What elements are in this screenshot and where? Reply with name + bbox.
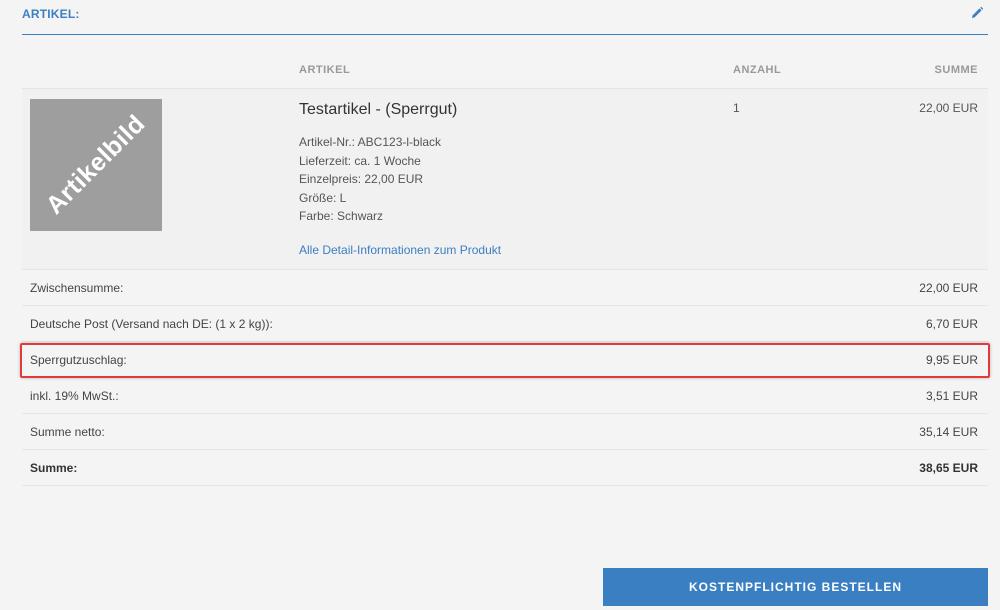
section-title: ARTIKEL: — [22, 7, 80, 21]
totals-label: Sperrgutzuschlag: — [30, 353, 127, 367]
column-header-artikel: ARTIKEL — [299, 64, 351, 76]
totals-value: 9,95 EUR — [925, 353, 978, 367]
product-details-link[interactable]: Alle Detail-Informationen zum Produkt — [299, 243, 501, 257]
totals-label: Zwischensumme: — [30, 281, 124, 295]
totals-value: 6,70 EUR — [925, 317, 978, 331]
totals-row-shipping: Deutsche Post (Versand nach DE: (1 x 2 k… — [22, 306, 988, 342]
totals-value: 35,14 EUR — [919, 425, 978, 439]
section-header: ARTIKEL: — [22, 0, 988, 35]
product-image-placeholder-text: Artikelbild — [40, 109, 151, 220]
product-row: Artikelbild Testartikel - (Sperrgut) Art… — [22, 89, 988, 270]
product-quantity: 1 — [733, 101, 740, 115]
product-sum: 22,00 EUR — [919, 101, 978, 115]
totals-row-bulky-surcharge: Sperrgutzuschlag: 9,95 EUR — [22, 342, 988, 378]
totals-row-subtotal: Zwischensumme: 22,00 EUR — [22, 270, 988, 306]
product-name: Testartikel - (Sperrgut) — [299, 101, 458, 118]
totals-value: 3,51 EUR — [925, 389, 978, 403]
product-detail-article-number: Artikel-Nr.: ABC123-l-black — [299, 135, 442, 149]
product-details: Artikel-Nr.: ABC123-l-black Lieferzeit: … — [299, 133, 441, 226]
totals-label: Summe netto: — [30, 425, 105, 439]
product-detail-delivery-time: Lieferzeit: ca. 1 Woche — [299, 153, 421, 168]
order-summary-page: ARTIKEL: ARTIKEL ANZAHL SUMME Artikelbil… — [0, 0, 1000, 610]
product-image[interactable]: Artikelbild — [30, 99, 162, 231]
totals-value: 38,65 EUR — [919, 461, 978, 475]
totals-row-total: Summe: 38,65 EUR — [22, 450, 988, 486]
totals-row-net: Summe netto: 35,14 EUR — [22, 414, 988, 450]
column-header-anzahl: ANZAHL — [733, 64, 782, 76]
totals-row-vat: inkl. 19% MwSt.: 3,51 EUR — [22, 378, 988, 414]
place-order-button[interactable]: KOSTENPFLICHTIG BESTELLEN — [603, 568, 988, 606]
product-detail-size: Größe: L — [299, 190, 347, 205]
totals-label: Summe: — [30, 461, 78, 475]
pencil-icon[interactable] — [970, 6, 984, 20]
totals-label: Deutsche Post (Versand nach DE: (1 x 2 k… — [30, 317, 273, 331]
column-header-summe: SUMME — [934, 64, 978, 76]
totals-label: inkl. 19% MwSt.: — [30, 389, 119, 403]
totals-value: 22,00 EUR — [919, 281, 978, 295]
product-detail-unit-price: Einzelpreis: 22,00 EUR — [299, 172, 424, 186]
product-detail-color: Farbe: Schwarz — [299, 209, 384, 223]
